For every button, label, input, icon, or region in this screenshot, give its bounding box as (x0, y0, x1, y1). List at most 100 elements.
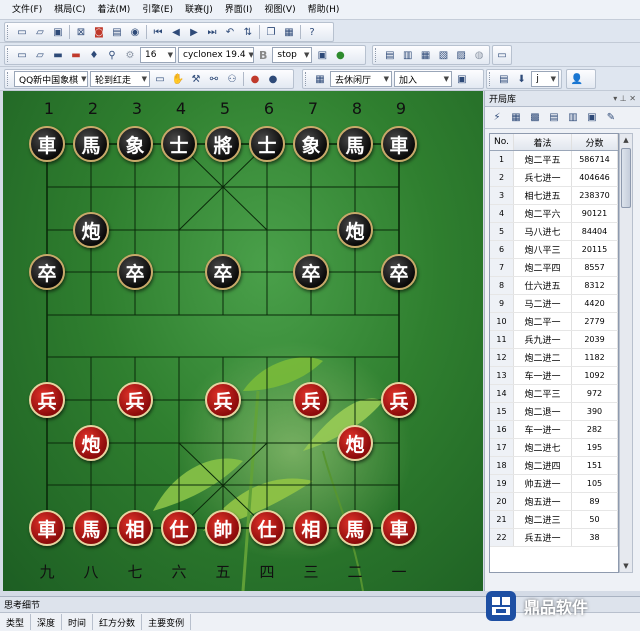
table-row[interactable]: 12 炮二进二 1182 (490, 349, 618, 367)
red-cannon[interactable]: 炮 (73, 425, 109, 461)
undo-icon[interactable]: ↶ (222, 24, 238, 40)
disk-load-icon[interactable]: ▤ (496, 71, 512, 87)
tools-icon[interactable]: ⚒ (188, 71, 204, 87)
print-icon[interactable]: ▤ (109, 24, 125, 40)
pin-icon[interactable]: ▾ ⊥ (613, 94, 627, 103)
black-chariot[interactable]: 車 (381, 126, 417, 162)
copy-icon[interactable]: ❐ (263, 24, 279, 40)
layout-6-icon[interactable]: ◍ (471, 47, 487, 63)
table-row[interactable]: 7 炮二平四 8557 (490, 259, 618, 277)
table-row[interactable]: 19 帅五进一 105 (490, 475, 618, 493)
hall-grid-icon[interactable]: ▦ (312, 71, 328, 87)
column-header-no[interactable]: No. (490, 134, 514, 150)
menu-interface[interactable]: 界面(I) (219, 0, 259, 20)
disk-icon[interactable]: ◉ (127, 24, 143, 40)
black-chariot[interactable]: 車 (29, 126, 65, 162)
engine-load-icon[interactable]: ▭ (14, 47, 30, 63)
table-row[interactable]: 21 炮二进三 50 (490, 511, 618, 529)
menu-help[interactable]: 帮助(H) (302, 0, 346, 20)
table-row[interactable]: 11 兵九进一 2039 (490, 331, 618, 349)
close-icon[interactable]: ✕ (629, 94, 636, 103)
book-grid-icon[interactable]: ▦ (508, 110, 524, 126)
menu-game[interactable]: 棋局(C) (48, 0, 91, 20)
table-row[interactable]: 6 炮八平三 20115 (490, 241, 618, 259)
engine-monitor-icon[interactable]: ▬ (50, 47, 66, 63)
table-row[interactable]: 14 炮二平三 972 (490, 385, 618, 403)
last-move-icon[interactable]: ⏭ (204, 24, 220, 40)
red-elephant[interactable]: 相 (117, 510, 153, 546)
toolbar-grip[interactable] (375, 48, 378, 62)
table-row[interactable]: 17 炮二进七 195 (490, 439, 618, 457)
table-row[interactable]: 4 炮二平六 90121 (490, 205, 618, 223)
globe-icon[interactable]: ● (332, 47, 348, 63)
analyze-icon[interactable]: ▣ (314, 47, 330, 63)
menu-moves[interactable]: 着法(M) (92, 0, 137, 20)
connect-icon[interactable]: ▭ (152, 71, 168, 87)
record-icon[interactable]: ◙ (91, 24, 107, 40)
table-row[interactable]: 15 炮二退一 390 (490, 403, 618, 421)
column-time[interactable]: 时间 (62, 614, 94, 630)
open-file-icon[interactable]: ▱ (32, 24, 48, 40)
hall-combo[interactable]: 去休闲厅 ▼ (330, 71, 392, 87)
scroll-thumb[interactable] (621, 148, 631, 208)
red-flag-icon[interactable]: ▬ (68, 47, 84, 63)
table-row[interactable]: 20 炮五进一 89 (490, 493, 618, 511)
general-piece-icon[interactable]: ● (265, 71, 281, 87)
turn-combo[interactable]: 轮到红走 ▼ (90, 71, 150, 87)
menu-league[interactable]: 联赛(J) (179, 0, 219, 20)
layout-2-icon[interactable]: ▥ (400, 47, 416, 63)
column-depth[interactable]: 深度 (31, 614, 63, 630)
table-row[interactable]: 5 马八进七 84404 (490, 223, 618, 241)
column-main-line[interactable]: 主要变例 (142, 614, 192, 630)
black-advisor[interactable]: 士 (161, 126, 197, 162)
hand-icon[interactable]: ✋ (170, 71, 186, 87)
red-chariot[interactable]: 車 (381, 510, 417, 546)
book-settings-icon[interactable]: ▣ (584, 110, 600, 126)
stop-combo[interactable]: stop ▼ (272, 47, 313, 63)
red-elephant[interactable]: 相 (293, 510, 329, 546)
network-icon[interactable]: ⚯ (206, 71, 222, 87)
red-pawn[interactable]: 兵 (293, 382, 329, 418)
red-pawn[interactable]: 兵 (29, 382, 65, 418)
black-pawn[interactable]: 卒 (205, 254, 241, 290)
black-elephant[interactable]: 象 (293, 126, 329, 162)
gear-icon[interactable]: ⚙ (122, 47, 138, 63)
toolbar-grip[interactable] (489, 72, 492, 86)
table-row[interactable]: 10 炮二平一 2779 (490, 313, 618, 331)
red-horse[interactable]: 馬 (73, 510, 109, 546)
menu-file[interactable]: 文件(F) (6, 0, 48, 20)
black-pawn[interactable]: 卒 (381, 254, 417, 290)
toolbar-grip[interactable] (305, 72, 308, 86)
next-move-icon[interactable]: ▶ (186, 24, 202, 40)
black-horse[interactable]: 馬 (73, 126, 109, 162)
table-row[interactable]: 16 车一进一 282 (490, 421, 618, 439)
layout-1-icon[interactable]: ▤ (382, 47, 398, 63)
download-icon[interactable]: ⬇ (514, 71, 530, 87)
table-row[interactable]: 8 仕六进五 8312 (490, 277, 618, 295)
red-chariot[interactable]: 車 (29, 510, 65, 546)
table-row[interactable]: 22 兵五进一 38 (490, 529, 618, 547)
lock-icon[interactable]: ▣ (454, 71, 470, 87)
layout-4-icon[interactable]: ▧ (436, 47, 452, 63)
black-advisor[interactable]: 士 (249, 126, 285, 162)
help-icon[interactable]: ? (304, 24, 320, 40)
black-pawn[interactable]: 卒 (29, 254, 65, 290)
toolbar-grip[interactable] (7, 25, 10, 39)
xiangqi-board[interactable]: 1 2 3 4 5 6 7 8 9 九 八 七 六 五 四 三 二 一 車 馬 … (3, 91, 483, 591)
j-combo[interactable]: j ▼ (531, 71, 559, 87)
black-elephant[interactable]: 象 (117, 126, 153, 162)
table-row[interactable]: 1 炮二平五 586714 (490, 151, 618, 169)
red-advisor[interactable]: 仕 (249, 510, 285, 546)
black-pawn[interactable]: 卒 (293, 254, 329, 290)
layout-5-icon[interactable]: ▨ (453, 47, 469, 63)
window-icon[interactable]: ▭ (495, 47, 509, 63)
opening-book-table[interactable]: No. 着法 分数 1 炮二平五 586714 2 兵七进一 404646 3 相七进五 238… (489, 133, 619, 573)
pin-icon[interactable]: ♦ (86, 47, 102, 63)
vertical-scrollbar[interactable]: ▲ ▼ (619, 133, 633, 573)
lightning-icon[interactable]: ⚡ (489, 110, 505, 126)
layout-3-icon[interactable]: ▦ (418, 47, 434, 63)
scroll-down-icon[interactable]: ▼ (620, 560, 632, 572)
black-cannon[interactable]: 炮 (337, 212, 373, 248)
brush-icon[interactable]: ✎ (603, 110, 619, 126)
red-cannon[interactable]: 炮 (337, 425, 373, 461)
